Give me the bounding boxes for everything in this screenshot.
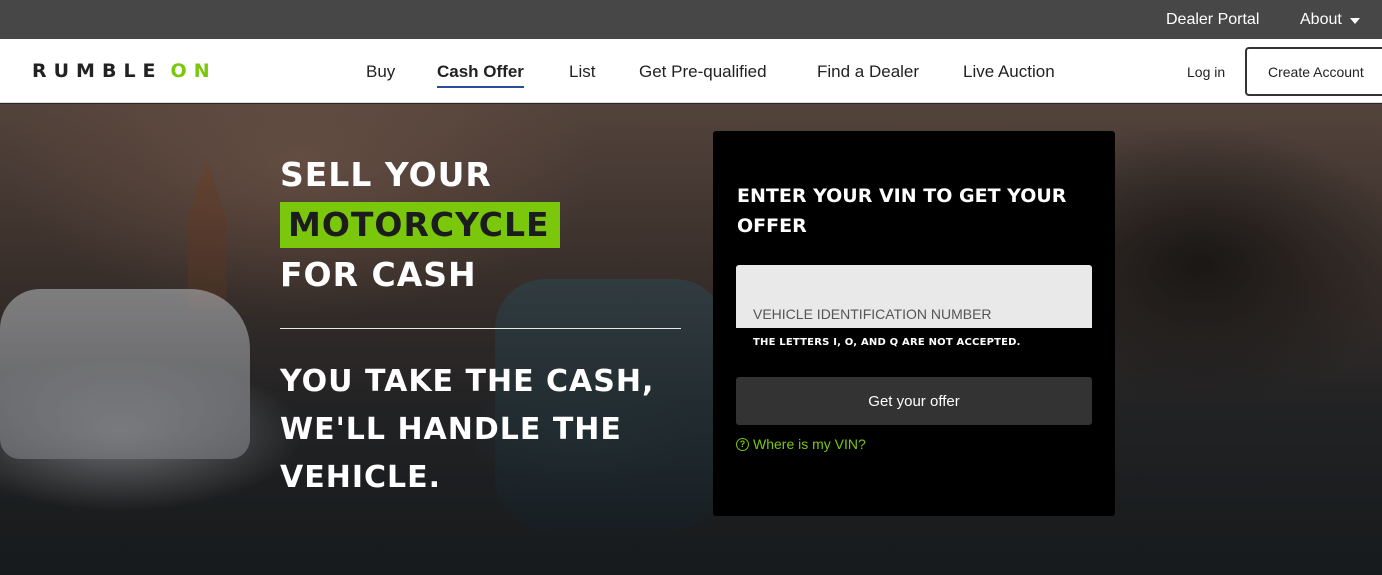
main-nav: RUMBLE ON Buy Cash Offer List Get Pre-qua…: [0, 39, 1382, 103]
nav-get-prequalified[interactable]: Get Pre-qualified: [639, 62, 767, 82]
tagline-line-3: VEHICLE.: [280, 460, 442, 495]
dealer-portal-link[interactable]: Dealer Portal: [1166, 11, 1259, 29]
nav-list[interactable]: List: [569, 62, 595, 82]
logo[interactable]: RUMBLE ON: [32, 60, 217, 82]
hero-line-1: SELL YOUR: [280, 155, 492, 194]
form-title: ENTER YOUR VIN TO GET YOUR OFFER: [737, 185, 1067, 237]
hero-tagline: YOU TAKE THE CASH, WE'LL HANDLE THE VEHI…: [280, 358, 654, 502]
nav-buy[interactable]: Buy: [366, 62, 395, 82]
vin-input[interactable]: [736, 265, 1092, 328]
nav-cash-offer[interactable]: Cash Offer: [437, 62, 524, 88]
where-is-vin-link[interactable]: ? Where is my VIN?: [736, 436, 866, 452]
vin-form-panel: ENTER YOUR VIN TO GET YOUR OFFER THE LET…: [713, 131, 1115, 516]
about-label: About: [1300, 11, 1342, 28]
tagline-line-1: YOU TAKE THE CASH,: [280, 364, 655, 399]
hero-highlight: MOTORCYCLE: [280, 202, 560, 248]
background-tower: [188, 159, 226, 309]
hero-divider: [280, 328, 681, 329]
chevron-down-icon: [1349, 17, 1360, 24]
logo-accent: ON: [170, 60, 217, 82]
utility-bar: Dealer Portal About: [0, 0, 1382, 39]
vin-hint: THE LETTERS I, O, AND Q ARE NOT ACCEPTED…: [753, 337, 1021, 348]
logo-main: RUMBLE: [32, 60, 163, 82]
hero-background: [0, 104, 1382, 575]
about-menu[interactable]: About: [1300, 11, 1360, 29]
background-car: [0, 289, 250, 459]
get-offer-button[interactable]: Get your offer: [736, 377, 1092, 425]
where-is-vin-label: Where is my VIN?: [753, 436, 866, 452]
hero-line-3: FOR CASH: [280, 255, 477, 294]
login-link[interactable]: Log in: [1187, 64, 1225, 80]
question-circle-icon: ?: [736, 437, 749, 451]
nav-find-a-dealer[interactable]: Find a Dealer: [817, 62, 919, 82]
create-account-button[interactable]: Create Account: [1245, 47, 1382, 96]
hero-heading: SELL YOUR MOTORCYCLE FOR CASH: [280, 156, 560, 294]
nav-live-auction[interactable]: Live Auction: [963, 62, 1055, 82]
tagline-line-2: WE'LL HANDLE THE: [280, 412, 622, 447]
